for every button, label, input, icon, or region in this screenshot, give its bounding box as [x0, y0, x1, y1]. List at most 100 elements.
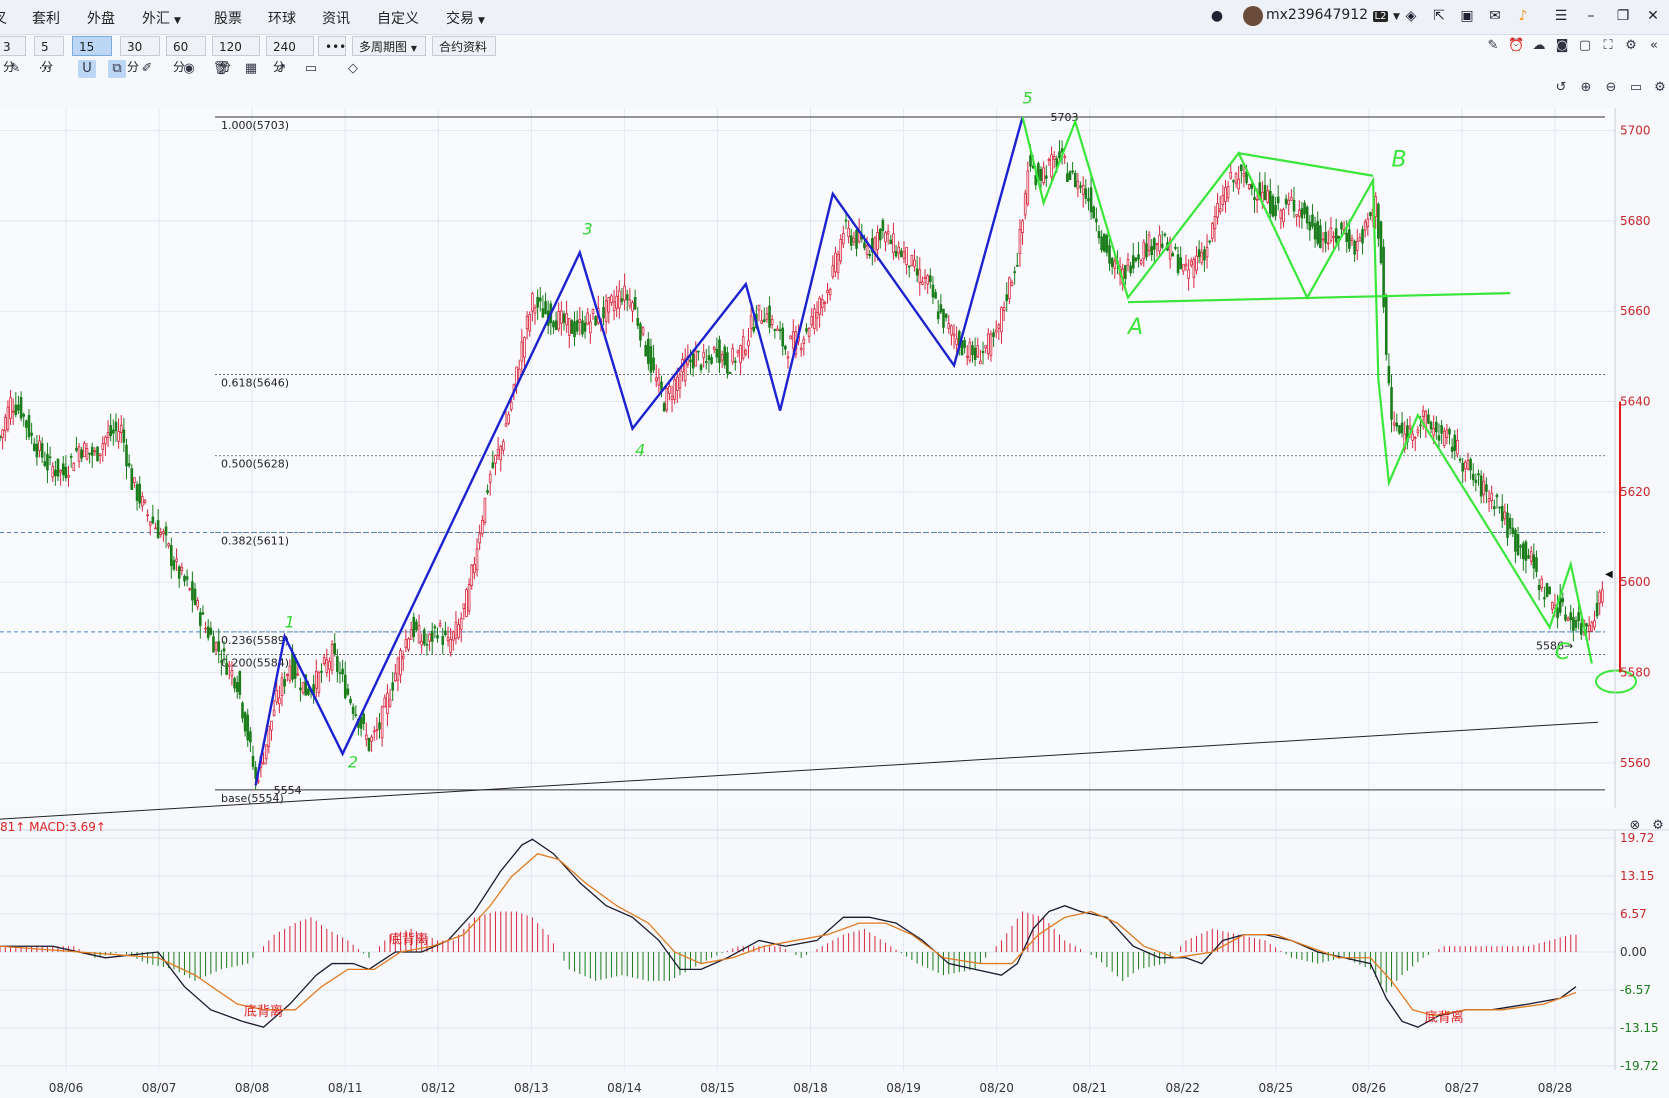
- candle-body: [1155, 243, 1159, 246]
- candle-body: [1226, 186, 1230, 198]
- more-periods-button[interactable]: •••: [318, 36, 346, 56]
- undo-icon[interactable]: ↺: [1553, 80, 1569, 96]
- avatar[interactable]: [1243, 6, 1263, 26]
- layers-icon[interactable]: ◈: [1402, 7, 1420, 25]
- video-icon[interactable]: ▣: [1458, 7, 1476, 25]
- candle-body: [1261, 191, 1264, 202]
- period-button-15m[interactable]: 15分: [72, 36, 112, 74]
- candle-body: [1590, 622, 1594, 632]
- period-button-30m[interactable]: 30分: [120, 36, 160, 74]
- period-button-240m[interactable]: 240分: [266, 36, 314, 74]
- link-icon[interactable]: ●: [1208, 7, 1226, 25]
- period-button-60m[interactable]: 60分: [166, 36, 206, 74]
- candle-body: [723, 346, 727, 366]
- mail-icon[interactable]: ✉: [1486, 7, 1504, 25]
- candle-body: [299, 687, 302, 691]
- candle-body: [1469, 458, 1472, 471]
- expand-icon[interactable]: ⇱: [1430, 7, 1448, 25]
- more-icon[interactable]: ⋯: [36, 60, 54, 78]
- candle-body: [304, 674, 308, 696]
- candle-body: [1205, 247, 1209, 258]
- comment-icon[interactable]: ▭: [302, 60, 320, 78]
- menu-item-forex[interactable]: 外汇 ▼: [142, 8, 181, 28]
- candle-body: [1250, 183, 1254, 189]
- menu-item-arbitrage[interactable]: 套利: [32, 8, 60, 28]
- close-indicator-icon[interactable]: ⊗: [1627, 818, 1643, 834]
- period-button-120m[interactable]: 120分: [212, 36, 260, 74]
- x-tick-label: 08/11: [328, 1081, 363, 1095]
- grid-icon[interactable]: ▦: [242, 60, 260, 78]
- magnet-icon[interactable]: U: [78, 60, 96, 78]
- zoom-out-icon[interactable]: ⊖: [1603, 80, 1619, 96]
- brush-icon[interactable]: ✐: [138, 60, 156, 78]
- period-button-5m[interactable]: 5分: [34, 36, 64, 74]
- candle-body: [554, 320, 558, 331]
- minimize-icon[interactable]: –: [1582, 7, 1600, 25]
- multi-period-button[interactable]: 多周期图 ▼: [352, 36, 426, 56]
- layout-icon[interactable]: ▭: [1628, 80, 1644, 96]
- ruler-icon[interactable]: ◇: [344, 60, 362, 78]
- candle-body: [1495, 494, 1499, 498]
- settings-icon[interactable]: ⚙: [1623, 38, 1639, 54]
- collapse-icon[interactable]: «: [1646, 38, 1662, 54]
- candle-body: [968, 342, 972, 361]
- candle-body: [562, 313, 566, 323]
- menu-item-custom[interactable]: 自定义: [377, 8, 419, 28]
- candle-body: [1350, 238, 1354, 241]
- candle-body: [989, 333, 993, 357]
- chart-settings-icon[interactable]: ⚙: [1652, 80, 1668, 96]
- zoom-in-icon[interactable]: ⊕: [1578, 80, 1594, 96]
- candle-body: [1574, 620, 1578, 628]
- candle-body: [1026, 170, 1030, 205]
- candle-body: [1308, 221, 1312, 231]
- candle-body: [1137, 254, 1140, 260]
- window-icon[interactable]: ▢: [1577, 38, 1593, 54]
- low-price-label: 5554: [274, 784, 302, 797]
- menu-icon[interactable]: ☰: [1552, 7, 1570, 25]
- copy-icon[interactable]: ⧉: [108, 60, 126, 78]
- contract-info-button[interactable]: 合约资料: [432, 36, 496, 56]
- candle-body: [604, 300, 608, 323]
- menu-item-news[interactable]: 资讯: [322, 8, 350, 28]
- candle-body: [665, 388, 669, 411]
- candle-body: [328, 661, 331, 670]
- candle-body: [907, 265, 911, 268]
- trash-icon[interactable]: 🗑: [212, 60, 230, 78]
- candle-body: [412, 616, 416, 637]
- alarm-icon[interactable]: ⏰: [1508, 38, 1524, 54]
- bell-icon[interactable]: ♪: [1514, 7, 1532, 25]
- fullscreen-icon[interactable]: ⛶: [1600, 38, 1616, 54]
- candle-body: [678, 374, 682, 389]
- menu-item-global[interactable]: 环球: [268, 8, 296, 28]
- candle-body: [810, 316, 814, 326]
- candle-body: [1253, 196, 1256, 201]
- candle-body: [54, 469, 57, 477]
- candle-body: [1073, 172, 1077, 188]
- close-icon[interactable]: ✕: [1644, 7, 1662, 25]
- indicator-settings-icon[interactable]: ⚙: [1650, 818, 1666, 834]
- draw-icon[interactable]: ✎: [6, 60, 24, 78]
- period-button-3m[interactable]: 3分: [0, 36, 26, 74]
- user-menu[interactable]: mx239647912 L2 ▼: [1266, 7, 1400, 23]
- candle-body: [1258, 182, 1262, 200]
- export-icon[interactable]: ↗: [272, 60, 290, 78]
- eye-icon[interactable]: ◉: [180, 60, 198, 78]
- menu-item-foreign-market[interactable]: 外盘: [87, 8, 115, 28]
- candle-body: [1361, 229, 1364, 244]
- main-price-chart[interactable]: 1.000(5703) 0.618(5646) 0.500(5628) 0.382(5…: [0, 0, 1669, 1098]
- candle-body: [1153, 238, 1156, 250]
- cloud-icon[interactable]: ☁: [1531, 38, 1547, 54]
- candle-body: [694, 350, 698, 367]
- candle-body: [1537, 585, 1541, 591]
- menu-item-stocks[interactable]: 股票: [214, 8, 242, 28]
- camera-icon[interactable]: ◙: [1554, 38, 1570, 54]
- pencil-icon[interactable]: ✎: [1485, 38, 1501, 54]
- candle-body: [1187, 269, 1190, 279]
- x-tick-label: 08/19: [886, 1081, 921, 1095]
- x-tick-label: 08/18: [793, 1081, 828, 1095]
- menu-item-0[interactable]: 叉: [0, 8, 7, 28]
- candle-body: [633, 297, 637, 310]
- restore-icon[interactable]: ❐: [1614, 7, 1632, 25]
- menu-item-trade[interactable]: 交易 ▼: [446, 8, 485, 28]
- candle-body: [1021, 220, 1024, 233]
